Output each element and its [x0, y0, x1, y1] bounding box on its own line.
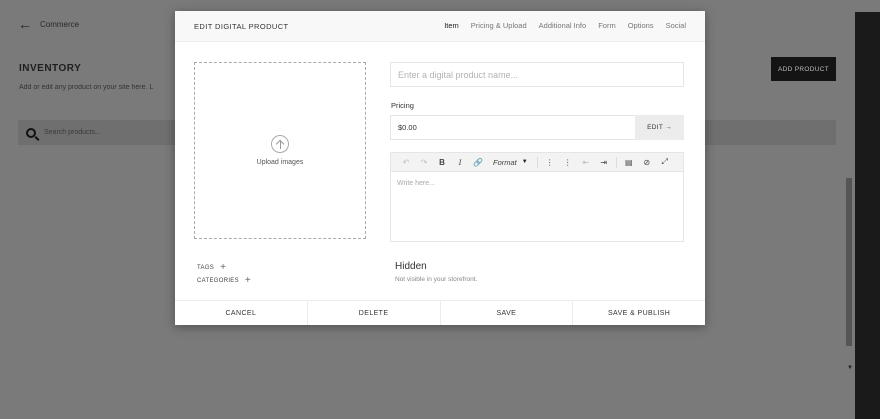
pricing-label: Pricing — [391, 101, 414, 110]
redo-icon[interactable]: ↷ — [415, 153, 433, 172]
undo-icon[interactable]: ↶ — [397, 153, 415, 172]
add-category-icon[interactable]: + — [245, 276, 251, 286]
save-button[interactable]: SAVE — [440, 301, 574, 325]
save-publish-button[interactable]: SAVE & PUBLISH — [573, 301, 705, 325]
chevron-down-icon: ▼ — [521, 159, 528, 165]
product-name-input[interactable] — [390, 62, 684, 87]
upload-arrow-icon — [271, 135, 289, 153]
add-product-button[interactable]: ADD PRODUCT — [771, 57, 836, 81]
modal-header: EDIT DIGITAL PRODUCT Item Pricing & Uplo… — [175, 11, 705, 42]
upload-label: Upload images — [256, 159, 304, 166]
page-title: INVENTORY — [19, 63, 82, 74]
tags-row: TAGS + — [197, 263, 226, 273]
categories-row: CATEGORIES + — [197, 276, 251, 286]
visibility-description: Not visible in your storefront. — [395, 276, 478, 283]
tab-item[interactable]: Item — [444, 21, 459, 30]
arrow-left-icon: ← — [18, 16, 32, 32]
cancel-button[interactable]: CANCEL — [175, 301, 308, 325]
modal-footer: CANCEL DELETE SAVE SAVE & PUBLISH — [175, 300, 705, 325]
delete-button[interactable]: DELETE — [307, 301, 441, 325]
page-subtitle: Add or edit any product on your site her… — [19, 84, 154, 91]
search-icon — [26, 127, 36, 138]
modal-title: EDIT DIGITAL PRODUCT — [194, 22, 289, 31]
edit-digital-product-modal: EDIT DIGITAL PRODUCT Item Pricing & Uplo… — [175, 11, 705, 325]
paste-clipboard-icon[interactable]: ▤ — [620, 153, 638, 172]
ordered-list-icon[interactable]: ⋮ — [541, 153, 559, 172]
right-panel-strip — [855, 12, 880, 419]
unordered-list-icon[interactable]: ⋮ — [559, 153, 577, 172]
tab-pricing-upload[interactable]: Pricing & Upload — [471, 21, 527, 30]
back-to-commerce-link[interactable]: ← Commerce — [18, 17, 79, 31]
toolbar-divider — [615, 156, 617, 168]
add-tag-icon[interactable]: + — [220, 263, 226, 273]
tab-social[interactable]: Social — [666, 21, 686, 30]
price-edit-button[interactable]: EDIT → — [635, 115, 684, 140]
indent-icon[interactable]: ⇥ — [595, 153, 613, 172]
price-value: $0.00 — [398, 123, 417, 132]
visibility-toggle[interactable]: Hidden — [395, 261, 427, 272]
search-placeholder: Search products... — [44, 129, 101, 136]
editor-toolbar: ↶ ↷ B I 🔗 Format ▼ ⋮ ⋮ ⇤ ⇥ ▤ ⊘ ⤢ — [391, 153, 683, 172]
tags-label: TAGS — [197, 265, 215, 271]
toolbar-divider — [536, 156, 538, 168]
upload-images-dropzone[interactable]: Upload images — [194, 62, 366, 239]
format-label: Format — [493, 157, 517, 167]
format-dropdown[interactable]: Format ▼ — [487, 158, 534, 167]
tab-additional-info[interactable]: Additional Info — [539, 21, 587, 30]
tab-options[interactable]: Options — [628, 21, 654, 30]
clear-format-icon[interactable]: ⊘ — [638, 153, 656, 172]
fullscreen-icon[interactable]: ⤢ — [656, 153, 674, 172]
italic-icon[interactable]: I — [451, 153, 469, 172]
scrollbar[interactable] — [846, 178, 852, 346]
scroll-down-icon[interactable]: ▼ — [847, 365, 853, 371]
tab-form[interactable]: Form — [598, 21, 616, 30]
categories-label: CATEGORIES — [197, 278, 239, 284]
description-editor: ↶ ↷ B I 🔗 Format ▼ ⋮ ⋮ ⇤ ⇥ ▤ ⊘ ⤢ Write h… — [390, 152, 684, 242]
editor-placeholder: Write here... — [397, 180, 435, 187]
price-field[interactable]: $0.00 — [390, 115, 635, 140]
editor-body[interactable]: Write here... — [391, 172, 683, 195]
outdent-icon[interactable]: ⇤ — [577, 153, 595, 172]
bold-icon[interactable]: B — [433, 153, 451, 172]
back-label: Commerce — [40, 19, 80, 29]
link-icon[interactable]: 🔗 — [469, 153, 487, 172]
modal-tabs: Item Pricing & Upload Additional Info Fo… — [444, 21, 686, 30]
